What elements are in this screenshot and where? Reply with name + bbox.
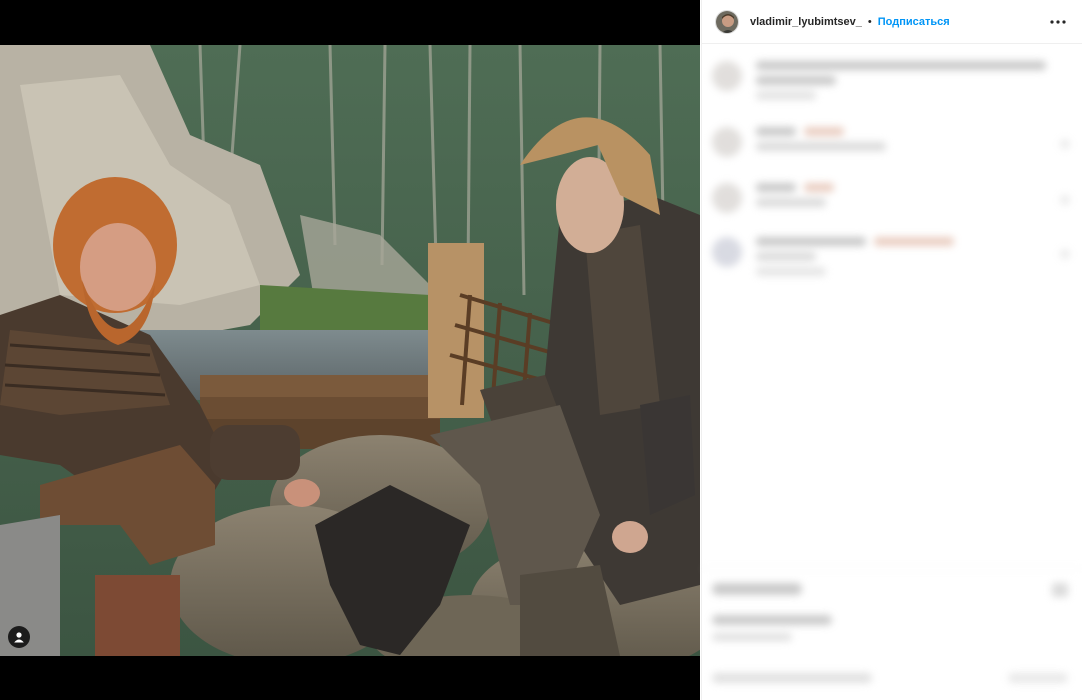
comment-avatar <box>712 127 742 157</box>
post-button-placeholder <box>1008 673 1068 683</box>
comments-list-blurred <box>702 45 1082 565</box>
list-item <box>712 127 886 157</box>
like-icon <box>1060 249 1070 259</box>
action-icons-placeholder <box>712 583 802 595</box>
header-separator: • <box>867 15 872 28</box>
like-icon <box>1060 139 1070 149</box>
person-tag-glyph <box>14 632 24 643</box>
comment-avatar <box>712 183 742 213</box>
avatar[interactable] <box>715 9 739 34</box>
actions-section-blurred <box>702 568 1082 700</box>
date-placeholder <box>712 633 792 641</box>
bookmark-icon <box>1052 583 1068 597</box>
comment-avatar <box>712 61 742 91</box>
list-item <box>712 237 954 282</box>
follow-button[interactable]: Подписаться <box>878 16 950 28</box>
list-item <box>712 183 834 213</box>
comment-text-placeholder <box>756 127 886 157</box>
comment-text-placeholder <box>756 237 954 282</box>
post-side-panel: vladimir_lyubimtsev_ • Подписаться <box>701 0 1082 700</box>
post-photo-art <box>0 45 700 656</box>
post-header: vladimir_lyubimtsev_ • Подписаться <box>702 0 1082 44</box>
comment-text-placeholder <box>756 61 1046 106</box>
likes-placeholder <box>712 615 832 625</box>
media-pane <box>0 0 700 700</box>
more-options-icon[interactable] <box>1046 10 1070 34</box>
like-icon <box>1060 195 1070 205</box>
comment-input-placeholder <box>712 673 872 683</box>
more-options-glyph <box>1050 19 1066 24</box>
post-photo[interactable] <box>0 45 700 656</box>
comment-text-placeholder <box>756 183 834 213</box>
person-tag-icon[interactable] <box>8 626 30 648</box>
username-link[interactable]: vladimir_lyubimtsev_ <box>750 16 862 28</box>
caption-row <box>712 61 1046 106</box>
comment-avatar <box>712 237 742 267</box>
avatar-image <box>716 10 738 33</box>
